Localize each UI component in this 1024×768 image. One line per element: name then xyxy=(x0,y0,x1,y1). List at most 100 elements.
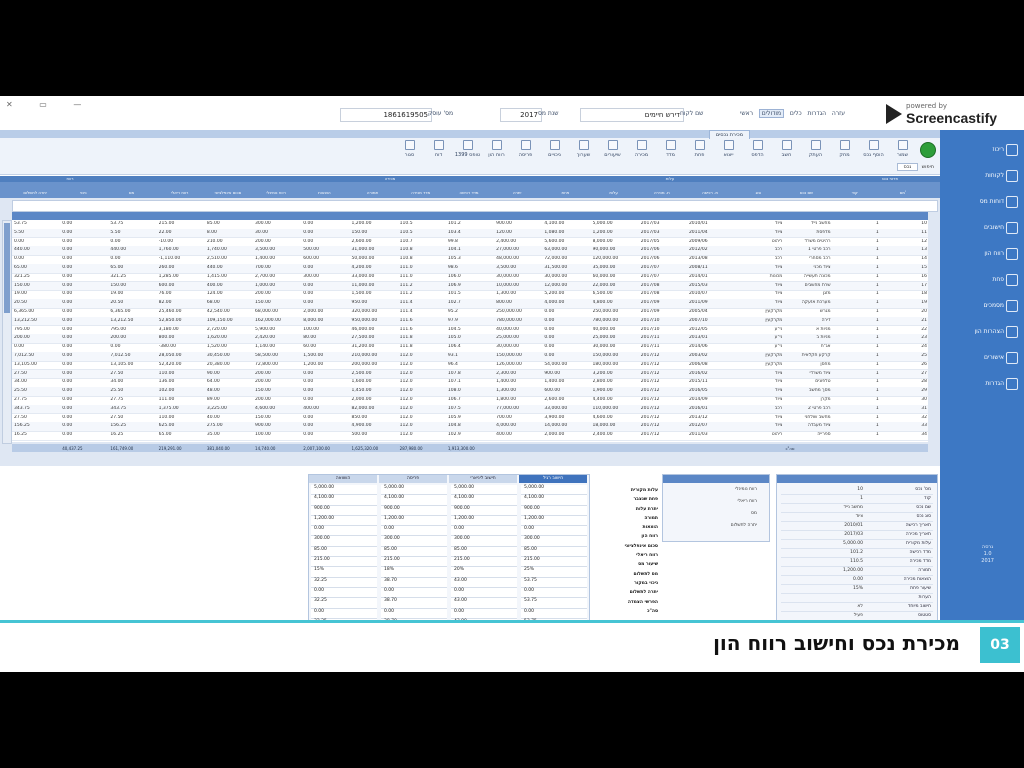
menu-item[interactable]: עזרה xyxy=(832,110,845,117)
compare-cell: 15% xyxy=(311,567,377,578)
detail-value[interactable]: 5,000.00 xyxy=(843,541,863,546)
detail-value[interactable]: 2010/01 xyxy=(844,523,863,528)
table-cell: 0.00 xyxy=(62,247,73,253)
detail-value[interactable]: 15% xyxy=(853,586,863,591)
sidebar-item[interactable]: הגדרות xyxy=(944,378,1018,392)
ribbon-button[interactable]: פריסה xyxy=(512,140,539,162)
compare-cell: 300.00 xyxy=(521,536,587,547)
detail-value[interactable]: 101.2 xyxy=(850,550,863,555)
detail-value[interactable]: 110.5 xyxy=(850,559,863,564)
table-cell: 16 xyxy=(921,273,927,279)
table-cell: ציוד xyxy=(775,229,783,235)
ribbon-button[interactable]: מכירה xyxy=(628,140,655,162)
sidebar-item[interactable]: רווח הון xyxy=(944,248,1018,262)
ribbon-button[interactable]: שמור xyxy=(889,140,916,162)
detail-value[interactable]: 2017/03 xyxy=(844,532,863,537)
ribbon-button[interactable]: שערוך xyxy=(570,140,597,162)
table-cell: 107.5 xyxy=(447,405,461,411)
ribbon-button[interactable]: סגור xyxy=(396,140,423,162)
window-controls[interactable]: ✕ ▭ — xyxy=(6,100,93,109)
column-header[interactable]: סוג xyxy=(735,190,781,196)
grid-vertical-scrollbar[interactable] xyxy=(2,220,12,444)
sidebar-item[interactable]: חישובים xyxy=(944,222,1018,236)
table-cell: 0.00 xyxy=(110,344,121,350)
ribbon-button[interactable]: העתק xyxy=(802,140,829,162)
menu-item[interactable]: כלים xyxy=(790,110,802,117)
column-header[interactable]: מדד רכישה xyxy=(446,190,492,196)
table-cell: 100.00 xyxy=(255,432,271,438)
grid-filter-row[interactable] xyxy=(12,200,938,212)
ribbon-button[interactable]: מחק xyxy=(831,140,858,162)
menu-item[interactable]: הגדרות xyxy=(807,110,826,117)
footer-line: גרסה xyxy=(981,544,994,550)
compare-tab[interactable]: חישוב ליניארי xyxy=(449,475,517,483)
menu-item[interactable]: מודולים xyxy=(758,109,785,118)
detail-value[interactable]: 0.00 xyxy=(853,577,863,582)
sidebar-item[interactable]: הצהרות הון xyxy=(944,326,1018,340)
detail-value[interactable]: מחשב נייד xyxy=(844,505,864,510)
table-cell: 0.00 xyxy=(14,238,25,244)
table-cell: 4,100.00 xyxy=(544,221,565,226)
table-cell: 18,000.00 xyxy=(592,423,616,429)
client-name-field[interactable]: דירש חיימים xyxy=(580,108,684,122)
detail-value[interactable]: 1,200.00 xyxy=(843,568,863,573)
ribbon-button[interactable]: טופס 1399 xyxy=(454,140,481,162)
menu-item[interactable]: ראשי xyxy=(740,110,753,117)
ribbon-button[interactable]: הדפס xyxy=(744,140,771,162)
column-header[interactable]: ניכוי xyxy=(60,190,106,196)
ribbon-button[interactable]: דוח xyxy=(425,140,452,162)
ribbon-tab-active[interactable]: מכירת נכסים xyxy=(708,130,750,139)
detail-value[interactable]: ציוד xyxy=(856,514,863,519)
ribbon-button[interactable]: מדד xyxy=(657,140,684,162)
detail-value[interactable]: פעיל xyxy=(854,613,863,618)
taxpayer-id-field[interactable]: 1861619505 xyxy=(340,108,432,122)
detail-value[interactable]: 10 xyxy=(857,487,863,492)
tax-year-field[interactable]: 2017 xyxy=(500,108,542,122)
table-cell: 2013/12 xyxy=(688,414,708,420)
column-header[interactable]: פחת xyxy=(542,190,588,196)
column-header[interactable]: שם נכס xyxy=(783,190,829,196)
table-cell: מקרקעין xyxy=(765,361,783,367)
ribbon-button[interactable]: חשב xyxy=(773,140,800,162)
column-header[interactable]: מס xyxy=(108,190,154,196)
compare-tab[interactable]: השוואה xyxy=(309,475,377,483)
sidebar-item[interactable]: ריכוז xyxy=(944,144,1018,158)
scroll-thumb[interactable] xyxy=(4,223,10,313)
ribbon-button-label: מכירה xyxy=(634,152,649,158)
ribbon-button[interactable]: ניכויים xyxy=(541,140,568,162)
column-header[interactable]: רווח ריאלי xyxy=(157,190,203,196)
table-cell: 4,000.00 xyxy=(496,423,517,429)
ribbon-button[interactable]: שיעורים xyxy=(599,140,626,162)
column-header[interactable]: רווח נומינלי xyxy=(253,190,299,196)
search-input[interactable]: נכס xyxy=(896,163,919,171)
column-header[interactable]: יתרה xyxy=(494,190,540,196)
sidebar-item[interactable]: מסמכים xyxy=(944,300,1018,314)
column-header[interactable]: הוצאות xyxy=(301,190,347,196)
ribbon-button[interactable]: ייצוא xyxy=(715,140,742,162)
ribbon-button[interactable]: פחת xyxy=(686,140,713,162)
run-icon[interactable] xyxy=(920,142,936,158)
ribbon-button[interactable]: רווח הון xyxy=(483,140,510,162)
ribbon-button[interactable]: הוסף נכס xyxy=(860,140,887,162)
column-header[interactable]: ת. רכישה xyxy=(687,190,733,196)
sidebar-item[interactable]: פחת xyxy=(944,274,1018,288)
column-header[interactable]: מס' xyxy=(880,190,926,196)
column-header[interactable]: סכום אינפלציוני xyxy=(205,190,251,196)
sidebar-item[interactable]: אישורים xyxy=(944,352,1018,366)
compare-tab[interactable]: חישוב רגיל xyxy=(519,475,587,483)
column-header[interactable]: קוד xyxy=(832,190,878,196)
column-header[interactable]: תמורה xyxy=(349,190,395,196)
detail-value[interactable]: 1 xyxy=(860,496,863,501)
table-row[interactable]: 34 1 ספרייה ריהוט 2011/03 2017/12 2,400.00 2,00… xyxy=(12,431,928,441)
column-header[interactable]: עלות xyxy=(591,190,637,196)
total-value: 40,437.25 xyxy=(62,446,83,451)
sidebar-item[interactable]: לקוחות xyxy=(944,170,1018,184)
column-header[interactable]: מדד מכירה xyxy=(398,190,444,196)
column-header[interactable]: יתרה לתשלום xyxy=(12,190,58,196)
column-header[interactable]: ת. מכירה xyxy=(639,190,685,196)
compare-tab[interactable]: פריסה xyxy=(379,475,447,483)
detail-value[interactable]: לא xyxy=(857,604,863,609)
compare-cell: 85.00 xyxy=(381,546,447,558)
sidebar-item[interactable]: דוחות מס xyxy=(944,196,1018,210)
table-cell: 5.50 xyxy=(110,229,121,235)
